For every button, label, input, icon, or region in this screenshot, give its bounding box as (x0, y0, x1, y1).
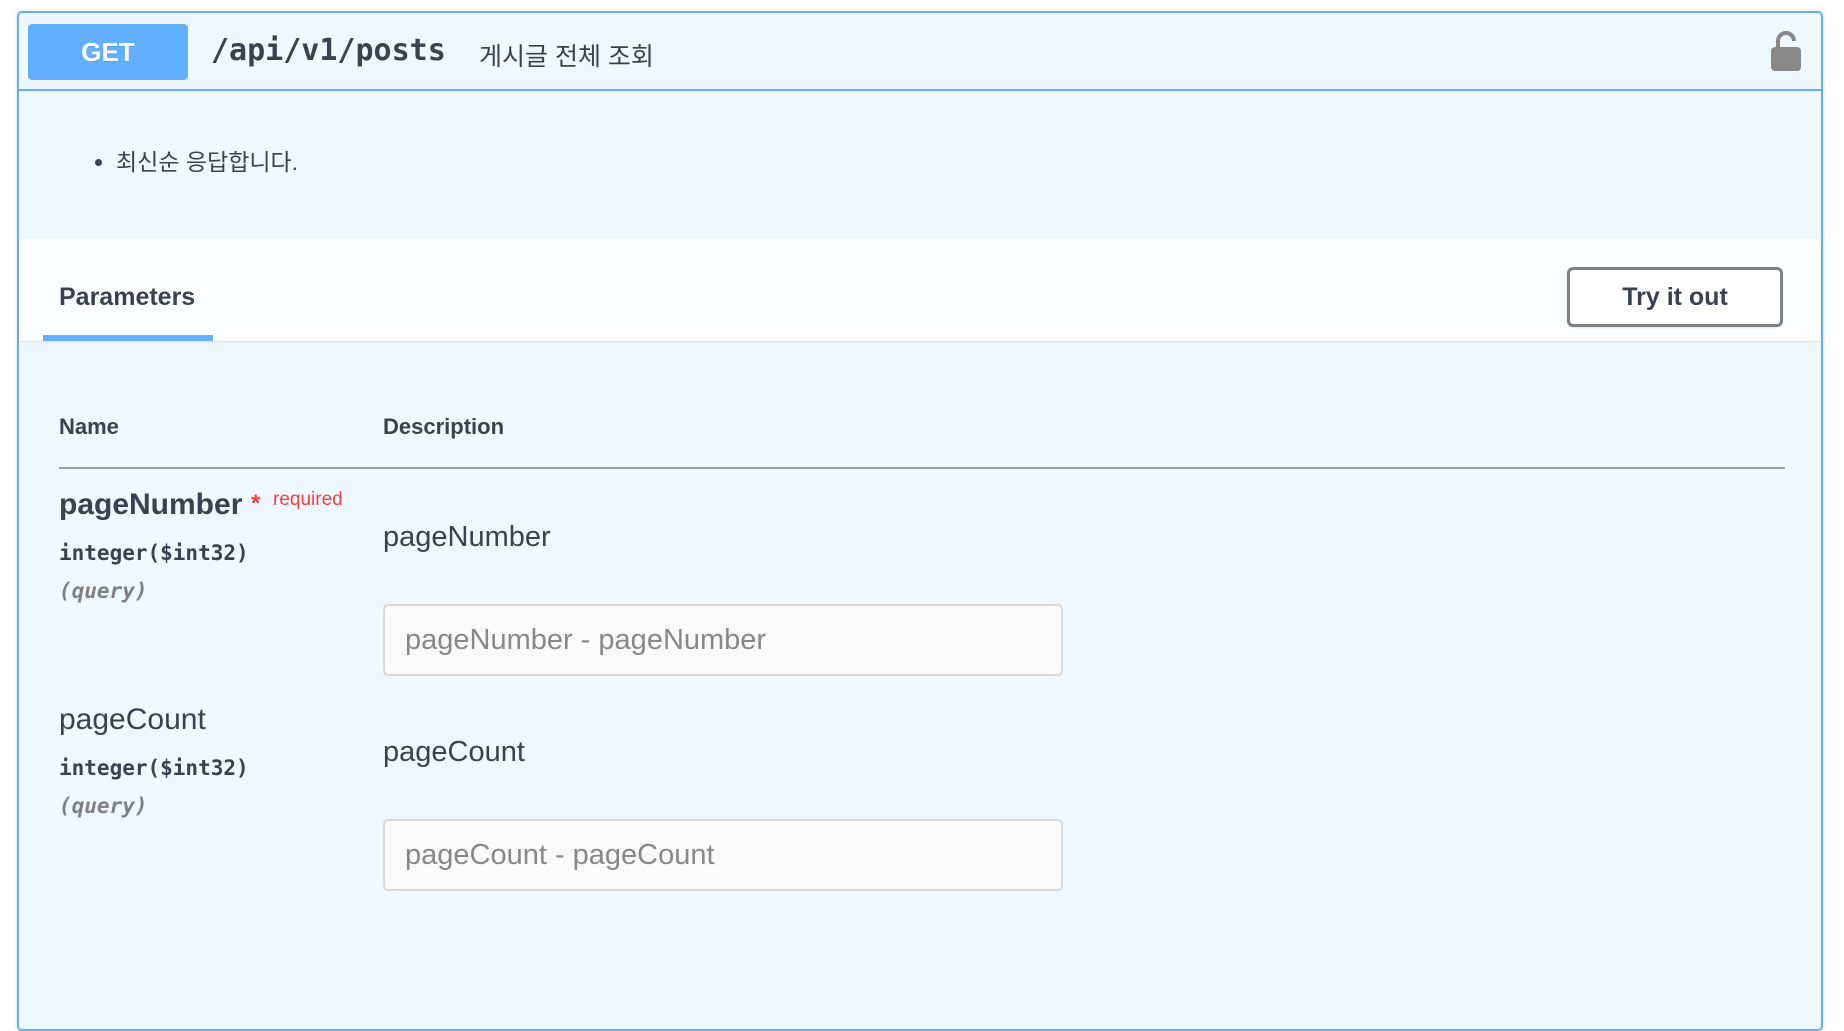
lock-open-icon[interactable] (1769, 29, 1803, 73)
try-it-out-button[interactable]: Try it out (1567, 267, 1783, 327)
description-list: 최신순 응답합니다. (116, 143, 298, 177)
page-number-input[interactable] (383, 604, 1063, 676)
param-name: pageCount (59, 703, 206, 736)
endpoint-summary: 게시글 전체 조회 (479, 43, 654, 71)
endpoint-path: /api/v1/posts (211, 33, 446, 68)
param-description: pageNumber (383, 521, 551, 553)
param-description: pageCount (383, 736, 525, 768)
param-name: pageNumber (59, 488, 243, 521)
param-type: integer($int32) (59, 541, 249, 565)
column-header-description: Description (383, 414, 505, 439)
param-location: (query) (59, 794, 148, 818)
operation-block: GET /api/v1/posts 게시글 전체 조회 최신순 응답합니다. P… (17, 11, 1823, 1031)
required-label: required (273, 489, 343, 510)
description-item: 최신순 응답합니다. (116, 143, 298, 177)
column-header-name: Name (59, 414, 119, 439)
tab-parameters[interactable]: Parameters (43, 239, 213, 341)
required-star: * (251, 490, 261, 517)
page-count-input[interactable] (383, 819, 1063, 891)
header-divider (59, 467, 1785, 469)
operation-description: 최신순 응답합니다. (19, 91, 1821, 251)
tab-active-indicator (43, 335, 213, 341)
parameters-section-header: Parameters Try it out (19, 239, 1821, 341)
operation-summary[interactable]: GET /api/v1/posts 게시글 전체 조회 (19, 13, 1821, 91)
tab-parameters-label: Parameters (59, 283, 196, 311)
http-method-badge: GET (28, 24, 188, 80)
param-location: (query) (59, 579, 148, 603)
param-type: integer($int32) (59, 756, 249, 780)
